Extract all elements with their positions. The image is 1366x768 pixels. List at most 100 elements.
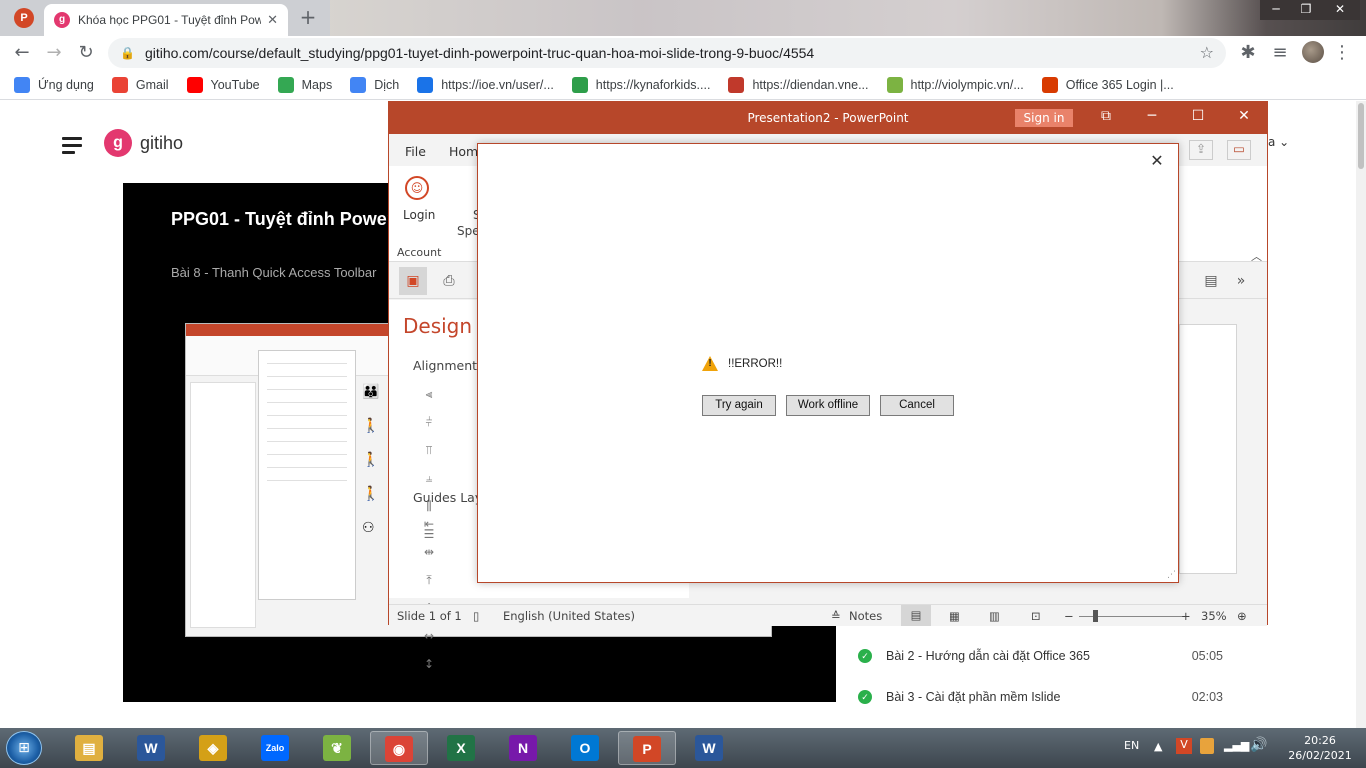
bookmark-item[interactable]: Dịch	[350, 76, 399, 93]
guide-width-icon[interactable]: ↔	[417, 624, 441, 648]
browser-tab-active[interactable]: g Khóa học PPG01 - Tuyệt đỉnh Power... ✕	[44, 4, 288, 36]
powerpoint-pinned-tab-icon[interactable]: P	[14, 8, 34, 28]
language-indicator[interactable]: EN	[1124, 739, 1139, 752]
align-center-icon[interactable]: ⫩	[417, 410, 441, 434]
slideshow-icon[interactable]: ⊡	[1031, 609, 1041, 623]
zoom-out-button[interactable]: −	[1064, 609, 1074, 623]
align-middle-icon[interactable]: ⫨	[417, 466, 441, 490]
bookmark-item[interactable]: http://violympic.vn/...	[886, 76, 1024, 93]
guide-top-icon[interactable]: ⤒	[417, 568, 441, 592]
user-menu[interactable]: a ⌄	[1268, 135, 1289, 149]
bookmark-star-icon[interactable]: ☆	[1200, 43, 1214, 62]
window-restore-button[interactable]: ❐	[1290, 0, 1322, 20]
cancel-button[interactable]: Cancel	[880, 395, 954, 416]
spell-check-icon[interactable]: ▯	[473, 609, 479, 623]
login-user-icon[interactable]: ☺	[405, 176, 429, 200]
taskbar-excel-button[interactable]: X	[432, 731, 490, 765]
bookmark-item[interactable]: https://kynaforkids....	[571, 76, 710, 93]
lesson-item[interactable]: ✓ Bài 2 - Hướng dẫn cài đặt Office 365 0…	[858, 649, 1223, 663]
bookmark-item[interactable]: Office 365 Login |...	[1041, 76, 1174, 93]
normal-view-icon[interactable]: ▤	[901, 605, 931, 626]
taskbar-word-old-button[interactable]: W	[122, 731, 180, 765]
taskbar-file-explorer-button[interactable]: ▤	[60, 731, 118, 765]
guide-left-icon[interactable]: ⇤	[417, 512, 441, 536]
alignment-section-label: Alignment	[413, 358, 478, 373]
window-minimize-button[interactable]: ─	[1260, 0, 1292, 20]
taskbar-word-button[interactable]: W	[680, 731, 738, 765]
start-button[interactable]: ⊞	[6, 731, 42, 765]
share-icon[interactable]: ⇪	[1189, 140, 1213, 160]
notes-button[interactable]: Notes	[849, 609, 882, 623]
reading-view-icon[interactable]: ▥	[989, 609, 1000, 623]
taskbar-powerpoint-button[interactable]: P	[618, 731, 676, 765]
align-top-icon[interactable]: ⫪	[417, 438, 441, 462]
collapse-ribbon-icon[interactable]: ︿	[1251, 248, 1262, 264]
zoom-level[interactable]: 35%	[1201, 609, 1227, 623]
chrome-menu-icon[interactable]: ⋮	[1330, 42, 1354, 64]
scrollbar-thumb[interactable]	[1358, 103, 1364, 169]
bookmark-item[interactable]: Maps	[277, 76, 332, 93]
new-tab-button[interactable]: +	[296, 6, 320, 30]
fit-to-window-icon[interactable]: ⊕	[1237, 609, 1247, 623]
taskbar-chrome-button[interactable]: ◉	[370, 731, 428, 765]
lesson-item[interactable]: ✓ Bài 3 - Cài đặt phần mềm Islide 02:03	[858, 690, 1223, 704]
ppt-maximize-button[interactable]: ☐	[1183, 108, 1213, 124]
zoom-in-button[interactable]: +	[1181, 609, 1191, 623]
resize-grip-icon[interactable]: ⋰	[1167, 570, 1176, 580]
bookmark-item[interactable]: https://ioe.vn/user/...	[417, 76, 554, 93]
lock-icon[interactable]: 🔒	[120, 46, 135, 60]
qat-export-pdf-icon[interactable]: ⎙	[435, 267, 463, 295]
taskbar-outlook-button[interactable]: O	[556, 731, 614, 765]
bookmark-item[interactable]: Ứng dụng	[14, 76, 94, 93]
media-queue-icon[interactable]: ≡	[1268, 42, 1292, 64]
comments-icon[interactable]: ▭	[1227, 140, 1251, 160]
hamburger-menu-icon[interactable]	[62, 137, 82, 158]
bookmark-label: Office 365 Login |...	[1065, 77, 1174, 92]
extensions-puzzle-icon[interactable]: ✱	[1236, 42, 1260, 64]
align-left-icon[interactable]: ⫷	[417, 382, 441, 406]
window-close-button[interactable]: ✕	[1320, 0, 1360, 20]
sign-in-button[interactable]: Sign in	[1015, 109, 1073, 127]
tray-app-icon[interactable]: V	[1176, 738, 1192, 754]
zoom-slider-thumb[interactable]	[1093, 610, 1098, 622]
qat-more-icon[interactable]: »	[1227, 267, 1255, 295]
profile-avatar[interactable]	[1302, 41, 1324, 63]
menu-home[interactable]: Hom	[449, 144, 478, 159]
slide-sorter-icon[interactable]: ▦	[949, 609, 960, 623]
tab-close-icon[interactable]: ✕	[267, 13, 278, 28]
bookmark-item[interactable]: https://diendan.vne...	[728, 76, 869, 93]
taskbar-app-green-button[interactable]: ❦	[308, 731, 366, 765]
try-again-button[interactable]: Try again	[702, 395, 776, 416]
tray-shield-icon[interactable]	[1200, 738, 1214, 754]
guide-height-icon[interactable]: ↕	[417, 652, 441, 676]
back-arrow-icon[interactable]: ←	[10, 42, 34, 64]
language-indicator[interactable]: English (United States)	[503, 609, 635, 623]
work-offline-button[interactable]: Work offline	[786, 395, 870, 416]
tray-expand-icon[interactable]: ▲	[1154, 740, 1162, 753]
address-bar[interactable]: 🔒 gitiho.com/course/default_studying/ppg…	[108, 38, 1226, 68]
qat-layout-icon[interactable]: ▤	[1197, 267, 1225, 295]
volume-icon[interactable]: 🔊	[1250, 737, 1267, 753]
gitiho-logo[interactable]: g gitiho	[104, 129, 183, 157]
slide-canvas[interactable]	[1179, 324, 1237, 574]
reload-icon[interactable]: ↻	[74, 42, 98, 64]
forward-arrow-icon[interactable]: →	[42, 42, 66, 64]
ribbon-display-options-icon[interactable]: ⧉	[1091, 108, 1121, 124]
bookmark-item[interactable]: Gmail	[111, 76, 169, 93]
menu-file[interactable]: File	[405, 144, 426, 159]
bookmark-item[interactable]: YouTube	[186, 76, 260, 93]
taskbar-ie-shield-button[interactable]: ◈	[184, 731, 242, 765]
taskbar-zalo-button[interactable]: Zalo	[246, 731, 304, 765]
qat-design-pane-icon[interactable]: ▣	[399, 267, 427, 295]
dialog-close-button[interactable]: ✕	[1146, 150, 1168, 172]
network-signal-icon[interactable]: ▂▄▆	[1224, 739, 1249, 752]
page-scrollbar[interactable]	[1356, 101, 1366, 728]
taskbar-onenote-button[interactable]: N	[494, 731, 552, 765]
guide-center-icon[interactable]: ⇹	[417, 540, 441, 564]
login-button-label[interactable]: Login	[403, 208, 435, 222]
ppt-minimize-button[interactable]: ─	[1137, 108, 1167, 124]
ppt-close-button[interactable]: ✕	[1229, 108, 1259, 124]
address-url[interactable]: gitiho.com/course/default_studying/ppg01…	[145, 45, 814, 61]
notes-icon[interactable]: ≙	[831, 609, 841, 623]
system-clock[interactable]: 20:26 26/02/2021	[1280, 733, 1360, 763]
